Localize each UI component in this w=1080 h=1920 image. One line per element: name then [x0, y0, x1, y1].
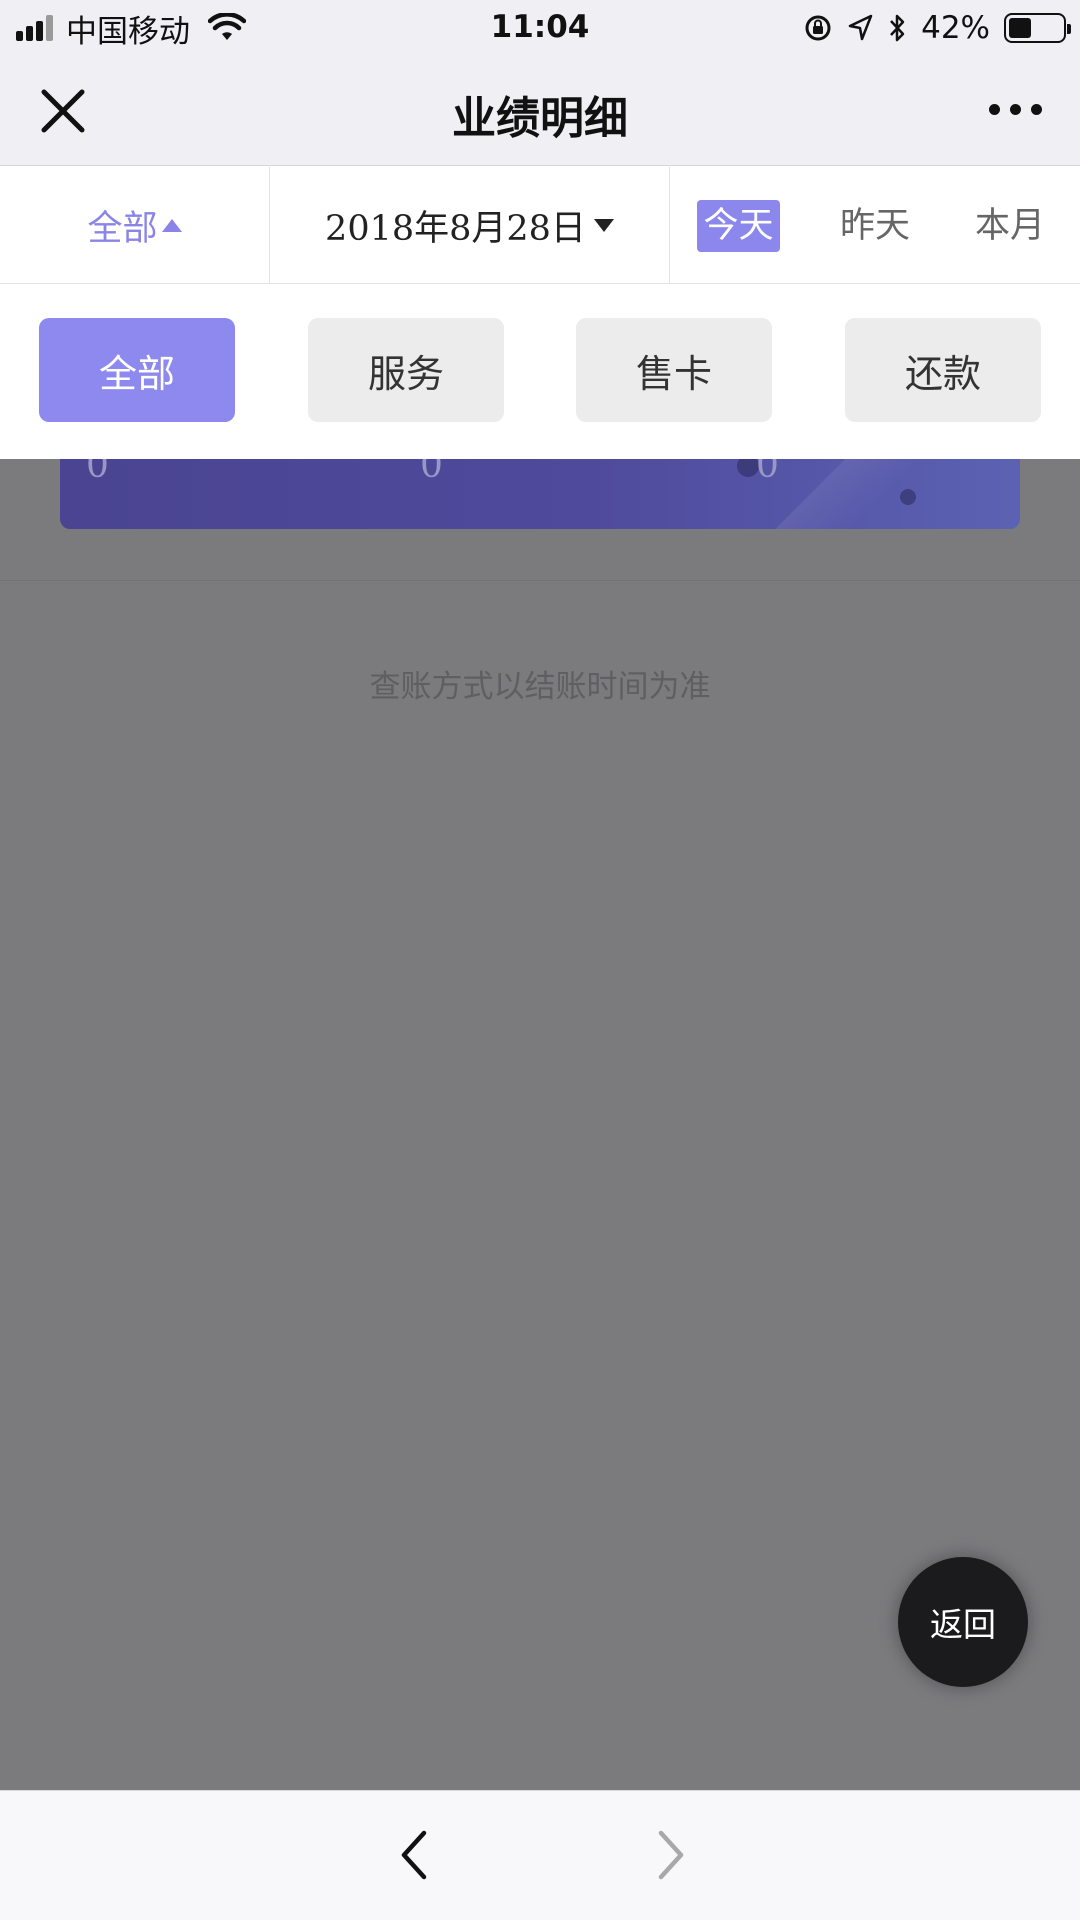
battery-level	[1009, 18, 1031, 38]
back-arrow-icon[interactable]	[390, 1827, 440, 1883]
rotation-lock-icon	[805, 15, 831, 41]
caret-up-icon	[161, 219, 182, 232]
location-icon	[848, 14, 873, 41]
page-title: 业绩明细	[452, 93, 628, 144]
bluetooth-icon	[890, 14, 905, 42]
browser-toolbar	[0, 1790, 1080, 1920]
scope-dropdown[interactable]: 全部	[0, 167, 270, 284]
summary-card: 0 0 0	[60, 459, 1020, 529]
filter-bar: 全部 2018年8月28日 今天 昨天 本月	[0, 167, 1080, 284]
quick-range-month[interactable]: 本月	[970, 200, 1050, 252]
nav-bar: 业绩明细	[0, 56, 1080, 166]
summary-value: 0	[86, 459, 109, 486]
caret-down-icon	[593, 219, 614, 232]
back-floating-button[interactable]: 返回	[898, 1557, 1028, 1687]
reconciliation-note: 查账方式以结账时间为准	[369, 669, 711, 705]
battery-percent: 42%	[921, 10, 990, 46]
quick-range-yesterday[interactable]: 昨天	[835, 200, 915, 252]
scope-label: 全部	[87, 209, 158, 249]
battery-icon	[1004, 13, 1071, 43]
forward-arrow-icon[interactable]	[645, 1827, 695, 1883]
summary-value: 0	[756, 459, 779, 486]
category-service-button[interactable]: 服务	[308, 318, 504, 422]
more-icon[interactable]	[989, 104, 1042, 115]
category-panel: 全部 服务 售卡 还款	[0, 285, 1080, 459]
category-repayment-button[interactable]: 还款	[845, 318, 1041, 422]
category-all-button[interactable]: 全部	[39, 318, 235, 422]
date-picker[interactable]: 2018年8月28日	[270, 167, 670, 284]
category-card-sale-button[interactable]: 售卡	[576, 318, 772, 422]
date-label: 2018年8月28日	[325, 209, 586, 249]
status-bar: 中国移动 11:04 42%	[0, 0, 1080, 56]
status-right: 42%	[803, 10, 1071, 46]
summary-value: 0	[420, 459, 443, 486]
card-decoration-dot	[900, 489, 916, 505]
divider	[0, 580, 1080, 581]
quick-range-today[interactable]: 今天	[697, 200, 780, 252]
